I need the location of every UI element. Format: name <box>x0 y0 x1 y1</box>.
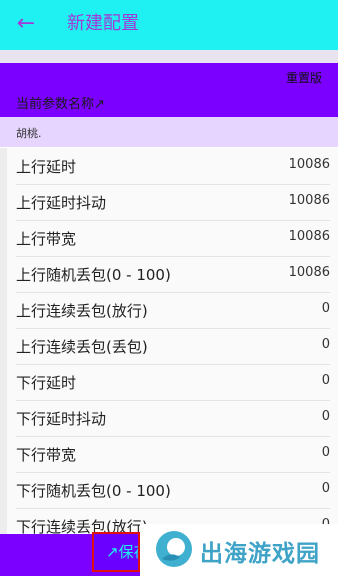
site-logo-icon <box>156 531 192 567</box>
settings-row[interactable]: 下行延时抖动 0 <box>16 400 330 437</box>
row-label: 下行带宽 <box>16 446 77 464</box>
settings-row[interactable]: 下行随机丢包(0 - 100) 0 <box>16 472 330 509</box>
row-value[interactable]: 0 <box>322 337 330 352</box>
settings-row[interactable]: 下行带宽 0 <box>16 436 330 473</box>
settings-list[interactable]: 上行延时 10086 上行延时抖动 10086 上行带宽 10086 上行随机丢… <box>0 148 338 534</box>
profile-name-value: 胡桃. <box>16 127 42 140</box>
settings-row[interactable]: 上行延时 10086 <box>16 148 330 185</box>
settings-row[interactable]: 下行延时 0 <box>16 364 330 401</box>
row-value[interactable]: 10086 <box>289 229 330 244</box>
watermark-text: 出海游戏园 <box>200 541 320 567</box>
row-label: 下行随机丢包(0 - 100) <box>16 482 171 500</box>
row-label: 上行随机丢包(0 - 100) <box>16 266 171 284</box>
row-value[interactable]: 10086 <box>289 265 330 280</box>
save-button[interactable]: ↗保存 <box>92 532 140 572</box>
page-title: 新建配置 <box>67 13 139 34</box>
row-value[interactable]: 0 <box>322 301 330 316</box>
row-value[interactable]: 10086 <box>289 193 330 208</box>
settings-row[interactable]: 上行连续丢包(丢包) 0 <box>16 328 330 365</box>
settings-row[interactable]: 上行带宽 10086 <box>16 220 330 257</box>
divider <box>0 50 338 63</box>
settings-row[interactable]: 上行随机丢包(0 - 100) 10086 <box>16 256 330 293</box>
reset-button[interactable]: 重置版 <box>286 69 322 86</box>
row-label: 下行延时抖动 <box>16 410 107 428</box>
param-name-label[interactable]: 当前参数名称↗ <box>16 93 105 112</box>
watermark: 出海游戏园 <box>140 524 338 576</box>
row-label: 上行延时 <box>16 158 77 176</box>
row-label: 上行连续丢包(丢包) <box>16 338 148 356</box>
row-value[interactable]: 0 <box>322 481 330 496</box>
row-value[interactable]: 0 <box>322 409 330 424</box>
profile-name-field[interactable]: 胡桃. <box>0 117 338 147</box>
row-value[interactable]: 10086 <box>289 157 330 172</box>
arrow-left-icon[interactable]: ← <box>13 10 39 38</box>
param-header: 重置版 当前参数名称↗ <box>0 63 338 117</box>
settings-row[interactable]: 上行连续丢包(放行) 0 <box>16 292 330 329</box>
row-label: 上行延时抖动 <box>16 194 107 212</box>
row-value[interactable]: 0 <box>322 373 330 388</box>
row-value[interactable]: 0 <box>322 445 330 460</box>
settings-row[interactable]: 上行延时抖动 10086 <box>16 184 330 221</box>
row-label: 上行带宽 <box>16 230 77 248</box>
app-bar: ← 新建配置 <box>0 0 338 50</box>
row-label: 上行连续丢包(放行) <box>16 302 148 320</box>
row-label: 下行延时 <box>16 374 77 392</box>
